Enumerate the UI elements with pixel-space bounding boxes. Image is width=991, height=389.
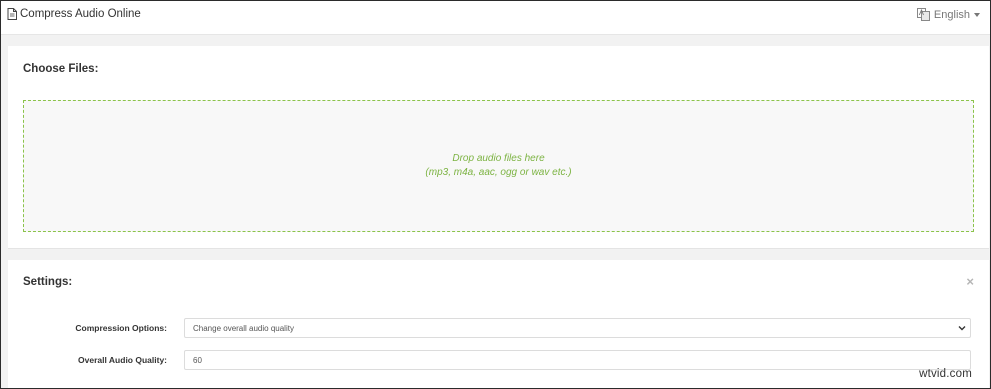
- close-icon[interactable]: ×: [966, 275, 974, 288]
- dropzone-formats: (mp3, m4a, aac, ogg or wav etc.): [425, 167, 572, 178]
- chevron-down-icon: [974, 12, 980, 17]
- compression-options-label: Compression Options:: [75, 323, 167, 333]
- overall-quality-input[interactable]: 60: [184, 350, 971, 370]
- watermark: wtvid.com: [919, 368, 972, 380]
- brand-link[interactable]: Compress Audio Online: [7, 8, 141, 20]
- choose-files-panel: Choose Files: Drop audio files here (mp3…: [8, 46, 989, 249]
- translate-icon: [916, 8, 930, 21]
- dropzone-instruction: Drop audio files here: [452, 153, 545, 164]
- compression-options-value: Change overall audio quality: [193, 323, 294, 333]
- compression-options-row: Compression Options: Change overall audi…: [8, 318, 989, 340]
- overall-quality-label: Overall Audio Quality:: [78, 355, 167, 365]
- document-icon: [7, 8, 17, 20]
- choose-files-title: Choose Files:: [23, 63, 99, 75]
- top-navbar: Compress Audio Online English: [1, 1, 990, 35]
- app-frame: Compress Audio Online English Choose Fil…: [0, 0, 991, 389]
- overall-quality-row: Overall Audio Quality: 60: [8, 350, 989, 372]
- compression-options-select[interactable]: Change overall audio quality: [184, 318, 971, 338]
- file-dropzone[interactable]: Drop audio files here (mp3, m4a, aac, og…: [23, 100, 974, 232]
- settings-panel: Settings: × Compression Options: Change …: [8, 260, 989, 388]
- settings-title: Settings:: [23, 276, 73, 288]
- language-label: English: [933, 8, 970, 21]
- overall-quality-value: 60: [193, 355, 202, 365]
- language-selector[interactable]: English: [916, 8, 980, 21]
- brand-label: Compress Audio Online: [20, 8, 141, 20]
- chevron-down-icon: [958, 326, 966, 331]
